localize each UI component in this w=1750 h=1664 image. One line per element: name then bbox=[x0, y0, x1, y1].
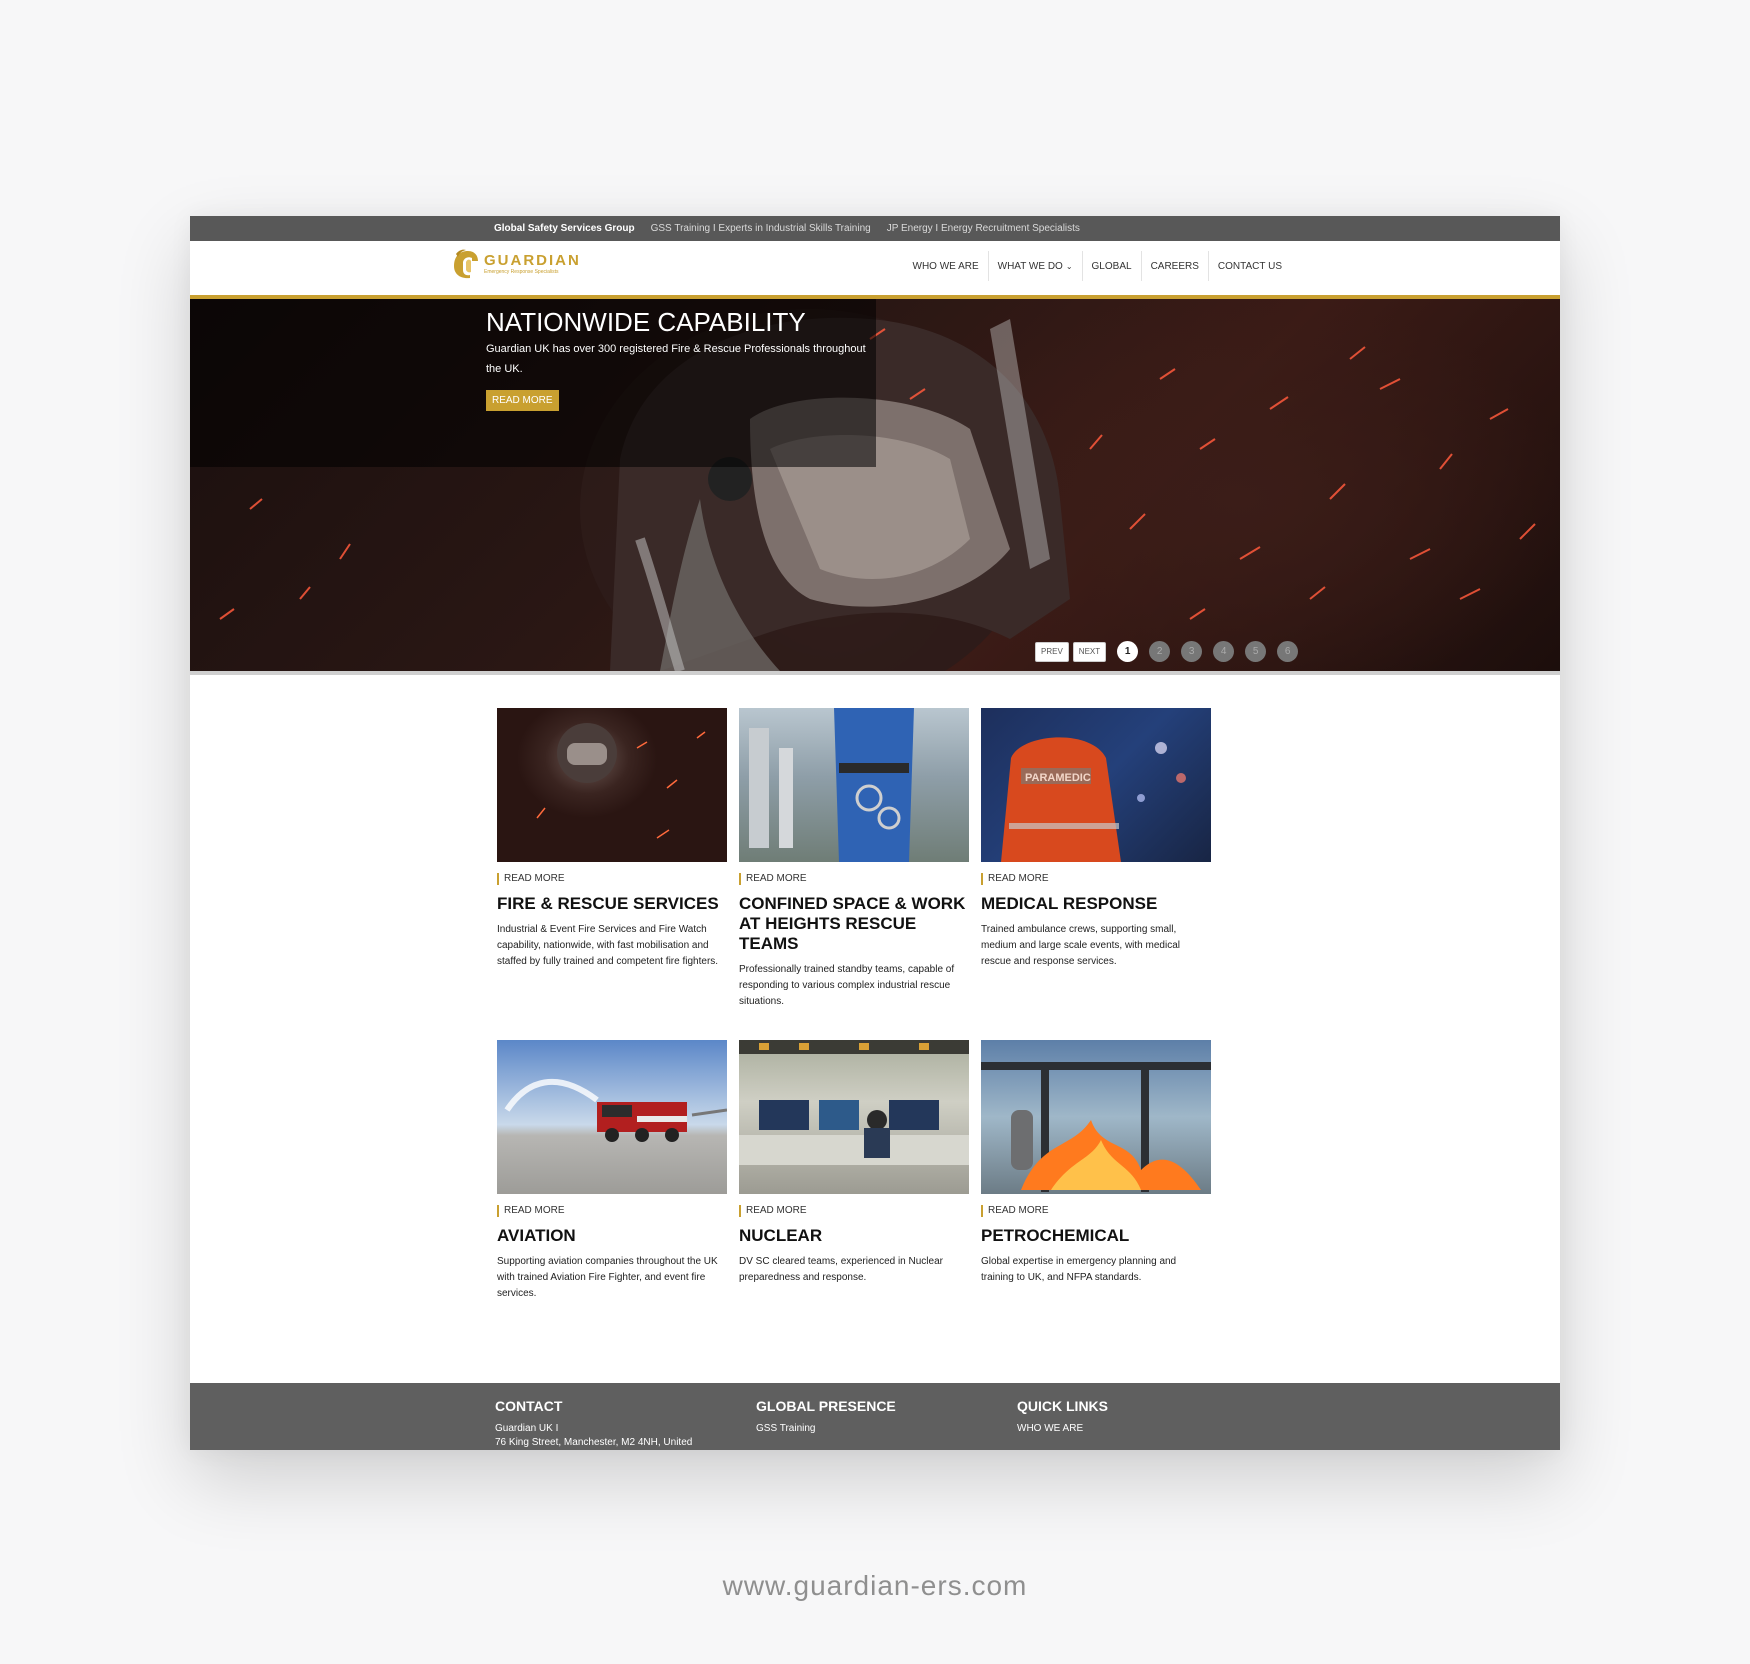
card-description: DV SC cleared teams, experienced in Nucl… bbox=[739, 1256, 943, 1283]
browser-page: Global Safety Services Group GSS Trainin… bbox=[190, 216, 1560, 1450]
nav-contact-us[interactable]: CONTACT US bbox=[1207, 251, 1291, 281]
card-description: Industrial & Event Fire Services and Fir… bbox=[497, 924, 719, 967]
contact-address: 76 King Street, Manchester, M2 4NH, Unit… bbox=[495, 1437, 693, 1448]
group-link[interactable]: Global Safety Services Group bbox=[494, 223, 635, 234]
slide-dot-5[interactable]: 5 bbox=[1245, 641, 1267, 662]
service-card-petrochemical[interactable]: READ MORE PETROCHEMICAL Global expertise… bbox=[981, 1040, 1211, 1286]
slide-dot-1[interactable]: 1 bbox=[1117, 641, 1139, 662]
read-more-link[interactable]: READ MORE bbox=[497, 1205, 727, 1217]
slide-dot-3[interactable]: 3 bbox=[1181, 641, 1203, 662]
hero-title: NATIONWIDE CAPABILITY bbox=[486, 307, 806, 337]
aviation-image bbox=[497, 1040, 727, 1194]
service-card-fire-rescue[interactable]: READ MORE FIRE & RESCUE SERVICES Industr… bbox=[497, 708, 727, 970]
nuclear-control-room-illustration bbox=[739, 1040, 969, 1165]
petrochemical-fire-illustration bbox=[981, 1062, 1211, 1192]
read-more-link[interactable]: READ MORE bbox=[739, 1205, 969, 1217]
hero-subtitle: Guardian UK has over 300 registered Fire… bbox=[486, 343, 866, 375]
card-description: Trained ambulance crews, supporting smal… bbox=[981, 924, 1180, 967]
petrochemical-image bbox=[981, 1040, 1211, 1194]
read-more-link[interactable]: READ MORE bbox=[981, 1205, 1211, 1217]
jp-energy-link[interactable]: JP Energy I Energy Recruitment Specialis… bbox=[887, 223, 1080, 234]
medical-response-illustration: PARAMEDIC bbox=[1001, 737, 1186, 862]
confined-space-image bbox=[739, 708, 969, 862]
footer-heading: QUICK LINKS bbox=[1017, 1398, 1108, 1414]
hero-read-more-button[interactable]: READ MORE bbox=[486, 390, 559, 411]
footer-contact-line: Guardian UK I 76 King Street, Manchester… bbox=[495, 1422, 692, 1450]
site-header: GUARDIAN Emergency Response Specialists … bbox=[190, 241, 1560, 299]
service-card-confined-space[interactable]: READ MORE CONFINED SPACE & WORK AT HEIGH… bbox=[739, 708, 969, 1010]
card-title[interactable]: AVIATION bbox=[497, 1226, 727, 1246]
service-card-medical-response[interactable]: PARAMEDIC READ MORE MEDICAL RESPONSE Tra… bbox=[981, 708, 1211, 970]
nav-careers[interactable]: CAREERS bbox=[1140, 251, 1208, 281]
hero-slider: NATIONWIDE CAPABILITY Guardian UK has ov… bbox=[190, 299, 1560, 671]
footer-heading: GLOBAL PRESENCE bbox=[756, 1398, 896, 1414]
nav-who-we-are[interactable]: WHO WE ARE bbox=[904, 251, 988, 281]
footer-contact: CONTACT Guardian UK I 76 King Street, Ma… bbox=[495, 1398, 692, 1450]
card-title[interactable]: PETROCHEMICAL bbox=[981, 1226, 1211, 1246]
site-footer: CONTACT Guardian UK I 76 King Street, Ma… bbox=[190, 1383, 1560, 1450]
card-title[interactable]: NUCLEAR bbox=[739, 1226, 969, 1246]
slide-dot-2[interactable]: 2 bbox=[1149, 641, 1171, 662]
logo[interactable]: GUARDIAN Emergency Response Specialists bbox=[450, 248, 581, 280]
nav-global[interactable]: GLOBAL bbox=[1081, 251, 1141, 281]
top-bar: Global Safety Services Group GSS Trainin… bbox=[190, 216, 1560, 241]
logo-name: GUARDIAN bbox=[484, 252, 581, 269]
svg-text:PARAMEDIC: PARAMEDIC bbox=[1025, 772, 1091, 784]
site-url-caption: www.guardian-ers.com bbox=[722, 1570, 1028, 1601]
footer-heading: CONTACT bbox=[495, 1398, 563, 1414]
logo-tagline: Emergency Response Specialists bbox=[484, 269, 559, 275]
footer-link[interactable]: GSS Training bbox=[756, 1422, 896, 1436]
card-title[interactable]: CONFINED SPACE & WORK AT HEIGHTS RESCUE … bbox=[739, 894, 969, 954]
read-more-link[interactable]: READ MORE bbox=[981, 873, 1211, 885]
confined-space-illustration bbox=[749, 708, 914, 862]
read-more-link[interactable]: READ MORE bbox=[497, 873, 727, 885]
slide-dot-4[interactable]: 4 bbox=[1213, 641, 1235, 662]
fire-rescue-illustration bbox=[536, 723, 706, 839]
slide-dot-6[interactable]: 6 bbox=[1277, 641, 1299, 662]
service-card-aviation[interactable]: READ MORE AVIATION Supporting aviation c… bbox=[497, 1040, 727, 1302]
aviation-illustration bbox=[504, 1079, 727, 1142]
card-title[interactable]: FIRE & RESCUE SERVICES bbox=[497, 894, 727, 914]
nav-what-we-do-label: WHAT WE DO bbox=[997, 260, 1063, 272]
footer-quick-links: QUICK LINKS WHO WE ARE bbox=[1017, 1398, 1108, 1436]
service-card-nuclear[interactable]: READ MORE NUCLEAR DV SC cleared teams, e… bbox=[739, 1040, 969, 1286]
read-more-link[interactable]: READ MORE bbox=[739, 873, 969, 885]
card-description: Supporting aviation companies throughout… bbox=[497, 1256, 718, 1299]
nuclear-image bbox=[739, 1040, 969, 1194]
medical-response-image: PARAMEDIC bbox=[981, 708, 1211, 862]
footer-link[interactable]: WHO WE ARE bbox=[1017, 1422, 1108, 1436]
fire-rescue-image bbox=[497, 708, 727, 862]
card-description: Global expertise in emergency planning a… bbox=[981, 1256, 1177, 1283]
prev-button[interactable]: PREV bbox=[1035, 641, 1069, 662]
chevron-down-icon: ⌄ bbox=[1065, 261, 1073, 271]
footer-global-presence: GLOBAL PRESENCE GSS Training bbox=[756, 1398, 896, 1436]
card-title[interactable]: MEDICAL RESPONSE bbox=[981, 894, 1211, 914]
nav-what-we-do[interactable]: WHAT WE DO ⌄ bbox=[987, 251, 1082, 281]
services-grid: READ MORE FIRE & RESCUE SERVICES Industr… bbox=[190, 675, 1560, 1375]
contact-company: Guardian UK I bbox=[495, 1423, 559, 1434]
slider-arrows: PREV NEXT bbox=[1035, 641, 1107, 662]
next-button[interactable]: NEXT bbox=[1072, 641, 1107, 662]
slider-controls: PREV NEXT 1 2 3 4 5 6 bbox=[1035, 641, 1299, 662]
card-description: Professionally trained standby teams, ca… bbox=[739, 964, 955, 1007]
spartan-helmet-icon bbox=[454, 249, 478, 279]
main-nav: WHO WE ARE WHAT WE DO ⌄ GLOBAL CAREERS CO… bbox=[904, 251, 1291, 281]
gss-training-link[interactable]: GSS Training I Experts in Industrial Ski… bbox=[651, 223, 871, 234]
